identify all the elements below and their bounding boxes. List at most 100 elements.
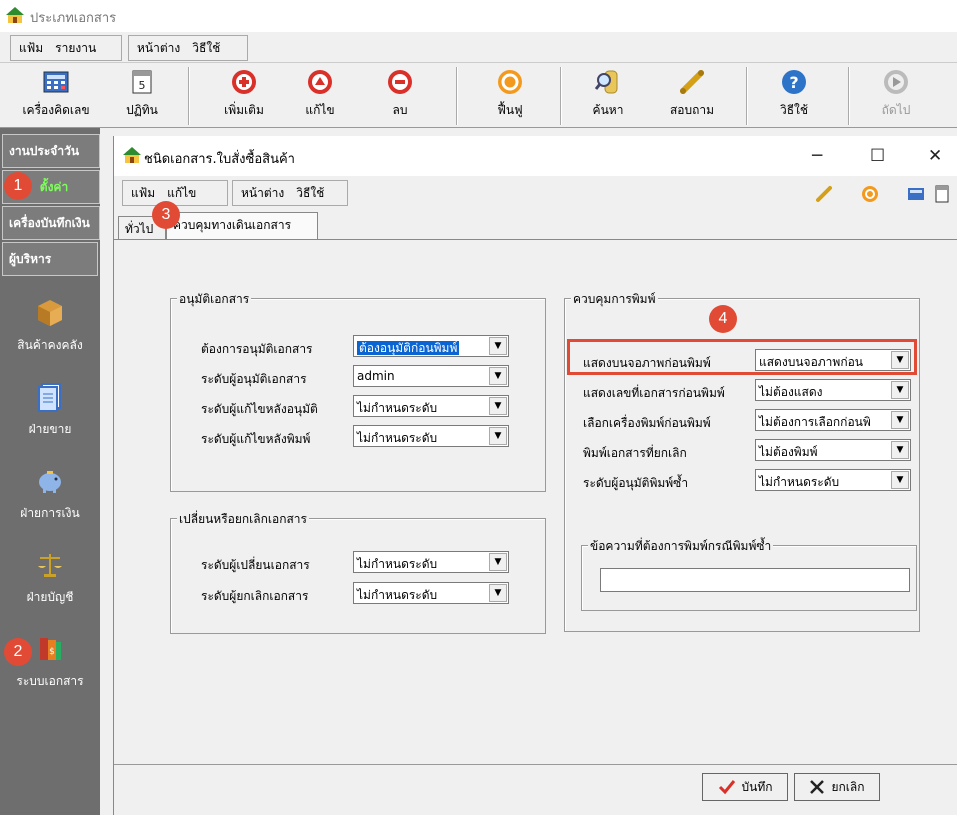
chevron-down-icon[interactable]: ▼ bbox=[489, 553, 507, 571]
sidebar-recorder-button[interactable]: เครื่องบันทึกเงิน bbox=[2, 206, 100, 240]
checkmark-icon bbox=[718, 780, 735, 795]
doc-menu-window[interactable]: หน้าต่าง bbox=[241, 184, 284, 203]
sidebar: งานประจำวัน ตั้งค่า เครื่องบันทึกเงิน ผู… bbox=[0, 128, 100, 815]
chevron-down-icon[interactable]: ▼ bbox=[891, 411, 909, 429]
chevron-down-icon[interactable]: ▼ bbox=[489, 397, 507, 415]
svg-text:5: 5 bbox=[139, 79, 146, 92]
doc-menu-group-1: แฟ้ม แก้ไข bbox=[122, 180, 228, 206]
edit-icon bbox=[308, 70, 332, 94]
help-button[interactable]: ? วิธีใช้ bbox=[756, 67, 832, 125]
inquiry-button[interactable]: สอบถาม bbox=[654, 67, 730, 125]
field-label: ระดับผู้แก้ไขหลังอนุมัติ bbox=[201, 402, 318, 416]
doc-phone-icon[interactable] bbox=[814, 184, 834, 204]
change-group-title: เปลี่ยนหรือยกเลิกเอกสาร bbox=[177, 510, 309, 529]
menu-window[interactable]: หน้าต่าง bbox=[137, 39, 180, 58]
restore-button[interactable]: ฟื้นฟู bbox=[472, 67, 548, 125]
menu-help[interactable]: วิธีใช้ bbox=[192, 39, 220, 58]
search-label: ค้นหา bbox=[592, 103, 624, 117]
step-badge-3: 3 bbox=[152, 201, 180, 229]
edit-button[interactable]: แก้ไข bbox=[282, 67, 358, 125]
doc-calendar-icon[interactable] bbox=[932, 184, 952, 204]
sidebar-recorder-label: เครื่องบันทึกเงิน bbox=[9, 215, 90, 230]
chevron-down-icon[interactable]: ▼ bbox=[489, 584, 507, 602]
toolbar-separator bbox=[188, 67, 190, 125]
delete-label: ลบ bbox=[392, 103, 408, 117]
doc-menu-help[interactable]: วิธีใช้ bbox=[296, 184, 324, 203]
select-value: ไม่กำหนดระดับ bbox=[357, 557, 438, 571]
calendar-button[interactable]: 5 ปฏิทิน bbox=[104, 67, 180, 125]
next-button[interactable]: ถัดไป bbox=[858, 67, 934, 125]
sidebar-daily-label: งานประจำวัน bbox=[9, 143, 80, 158]
edit-after-print-select[interactable]: ไม่กำหนดระดับ ▼ bbox=[353, 425, 509, 447]
tab-panel: อนุมัติเอกสาร ต้องการอนุมัติเอกสาร ต้องอ… bbox=[114, 239, 957, 761]
print-group-title: ควบคุมการพิมพ์ bbox=[571, 290, 658, 309]
doc-restore-icon[interactable] bbox=[860, 184, 880, 204]
add-button[interactable]: เพิ่มเติม bbox=[206, 67, 282, 125]
tab-bar: ทั่วไป ควบคุมทางเดินเอกสาร bbox=[114, 210, 957, 240]
next-icon bbox=[884, 70, 908, 94]
menu-group-1: แฟ้ม รายงาน bbox=[10, 35, 122, 61]
piggy-bank-icon bbox=[39, 471, 61, 493]
close-button[interactable]: ✕ bbox=[928, 146, 942, 166]
field-label: ระดับผู้เปลี่ยนเอกสาร bbox=[201, 558, 310, 572]
chevron-down-icon[interactable]: ▼ bbox=[489, 367, 507, 385]
main-toolbar: เครื่องคิดเลข 5 ปฏิทิน เพิ่มเติม แก้ไข ล… bbox=[0, 62, 957, 128]
canceller-level-select[interactable]: ไม่กำหนดระดับ ▼ bbox=[353, 582, 509, 604]
sidebar-admin-button[interactable]: ผู้บริหาร bbox=[2, 242, 98, 276]
calculator-label: เครื่องคิดเลข bbox=[22, 103, 90, 117]
doc-menu-edit[interactable]: แก้ไข bbox=[167, 184, 196, 203]
inquiry-label: สอบถาม bbox=[669, 103, 715, 117]
approve-group-title: อนุมัติเอกสาร bbox=[177, 290, 252, 309]
edit-after-approve-select[interactable]: ไม่กำหนดระดับ ▼ bbox=[353, 395, 509, 417]
menu-group-2: หน้าต่าง วิธีใช้ bbox=[128, 35, 248, 61]
select-value: ไม่กำหนดระดับ bbox=[357, 588, 438, 602]
select-value: admin bbox=[357, 369, 395, 383]
reprint-message-input[interactable] bbox=[600, 568, 910, 592]
cancel-button[interactable]: ยกเลิก bbox=[794, 773, 880, 801]
calendar-icon: 5 bbox=[132, 70, 152, 94]
help-icon: ? bbox=[782, 70, 806, 94]
sidebar-item-inventory[interactable]: สินค้าคงคลัง bbox=[0, 296, 100, 366]
sidebar-daily-button[interactable]: งานประจำวัน bbox=[2, 134, 100, 168]
calendar-label: ปฏิทิน bbox=[126, 103, 158, 117]
delete-button[interactable]: ลบ bbox=[362, 67, 438, 125]
books-icon: $ bbox=[40, 638, 61, 660]
changer-level-select[interactable]: ไม่กำหนดระดับ ▼ bbox=[353, 551, 509, 573]
doc-menu-file[interactable]: แฟ้ม bbox=[131, 184, 155, 203]
sidebar-item-accounting[interactable]: ฝ่ายบัญชี bbox=[0, 548, 100, 618]
chevron-down-icon[interactable]: ▼ bbox=[489, 427, 507, 445]
chevron-down-icon[interactable]: ▼ bbox=[891, 471, 909, 489]
search-button[interactable]: ค้นหา bbox=[570, 67, 646, 125]
field-label: เลือกเครื่องพิมพ์ก่อนพิมพ์ bbox=[583, 416, 711, 430]
chevron-down-icon[interactable]: ▼ bbox=[489, 337, 507, 355]
tab-control[interactable]: ควบคุมทางเดินเอกสาร bbox=[166, 212, 318, 240]
reprint-approver-select[interactable]: ไม่กำหนดระดับ ▼ bbox=[755, 469, 911, 491]
reprint-message-title: ข้อความที่ต้องการพิมพ์กรณีพิมพ์ซ้ำ bbox=[588, 537, 774, 556]
tab-control-label: ควบคุมทางเดินเอกสาร bbox=[173, 218, 292, 232]
chevron-down-icon[interactable]: ▼ bbox=[891, 381, 909, 399]
show-doc-number-select[interactable]: ไม่ต้องแสดง ▼ bbox=[755, 379, 911, 401]
sidebar-item-finance[interactable]: ฝ่ายการเงิน bbox=[0, 464, 100, 534]
chevron-down-icon[interactable]: ▼ bbox=[891, 441, 909, 459]
doc-calculator-icon[interactable] bbox=[906, 184, 926, 204]
select-value: ไม่ต้องพิมพ์ bbox=[759, 445, 818, 459]
reprint-message-group: ข้อความที่ต้องการพิมพ์กรณีพิมพ์ซ้ำ bbox=[581, 537, 917, 611]
save-button[interactable]: บันทึก bbox=[702, 773, 788, 801]
highlight-box bbox=[567, 339, 917, 375]
approve-group: อนุมัติเอกสาร ต้องการอนุมัติเอกสาร ต้องอ… bbox=[170, 290, 546, 492]
select-value: ต้องอนุมัติก่อนพิมพ์ bbox=[357, 341, 460, 355]
restore-label: ฟื้นฟู bbox=[497, 103, 523, 117]
choose-printer-select[interactable]: ไม่ต้องการเลือกก่อนพิ ▼ bbox=[755, 409, 911, 431]
approver-level-select[interactable]: admin ▼ bbox=[353, 365, 509, 387]
minimize-button[interactable]: ─ bbox=[812, 146, 822, 166]
menu-file[interactable]: แฟ้ม bbox=[19, 39, 43, 58]
menu-report[interactable]: รายงาน bbox=[55, 39, 96, 58]
print-control-group: ควบคุมการพิมพ์ แสดงบนจอภาพก่อนพิมพ์ แสดง… bbox=[564, 290, 920, 632]
sidebar-item-sales[interactable]: ฝ่ายขาย bbox=[0, 380, 100, 450]
maximize-button[interactable]: ☐ bbox=[870, 146, 885, 166]
print-cancelled-select[interactable]: ไม่ต้องพิมพ์ ▼ bbox=[755, 439, 911, 461]
select-value: ไม่ต้องแสดง bbox=[759, 385, 823, 399]
calculator-button[interactable]: เครื่องคิดเลข bbox=[18, 67, 94, 125]
document-menubar: แฟ้ม แก้ไข หน้าต่าง วิธีใช้ bbox=[114, 176, 957, 210]
approve-required-select[interactable]: ต้องอนุมัติก่อนพิมพ์ ▼ bbox=[353, 335, 509, 357]
